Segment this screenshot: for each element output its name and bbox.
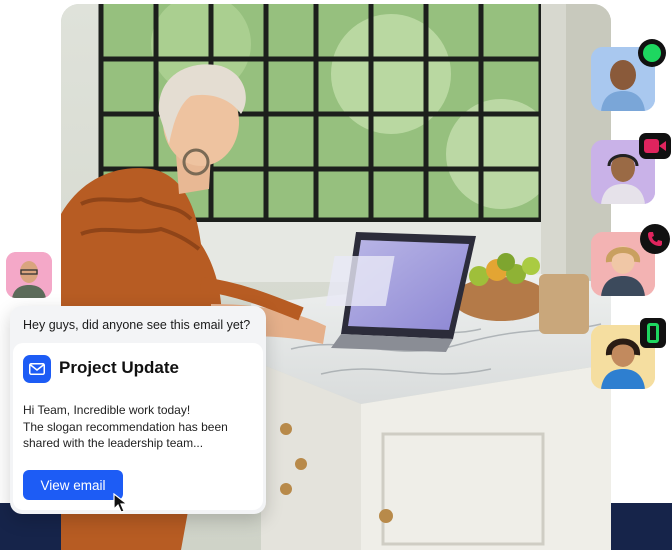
online-dot-icon bbox=[638, 39, 666, 67]
chat-message-card: Hey guys, did anyone see this email yet?… bbox=[10, 306, 266, 514]
mail-icon bbox=[23, 355, 51, 383]
view-email-button[interactable]: View email bbox=[23, 470, 123, 500]
email-body-line: The slogan recommendation has been bbox=[23, 419, 228, 434]
chat-message-text: Hey guys, did anyone see this email yet? bbox=[23, 318, 251, 332]
email-body-line: Hi Team, Incredible work today! bbox=[23, 403, 191, 417]
chat-sender-avatar[interactable] bbox=[6, 252, 52, 298]
phone-icon bbox=[640, 224, 670, 254]
email-body: Hi Team, Incredible work today! The slog… bbox=[23, 402, 253, 452]
video-icon bbox=[639, 133, 671, 159]
email-title: Project Update bbox=[59, 358, 179, 377]
mobile-icon bbox=[640, 318, 666, 348]
cursor-icon bbox=[113, 493, 129, 513]
person-icon bbox=[6, 252, 52, 298]
email-preview-card[interactable]: Project Update Hi Team, Incredible work … bbox=[13, 343, 263, 513]
email-body-line: shared with the leadership team... bbox=[23, 436, 204, 450]
